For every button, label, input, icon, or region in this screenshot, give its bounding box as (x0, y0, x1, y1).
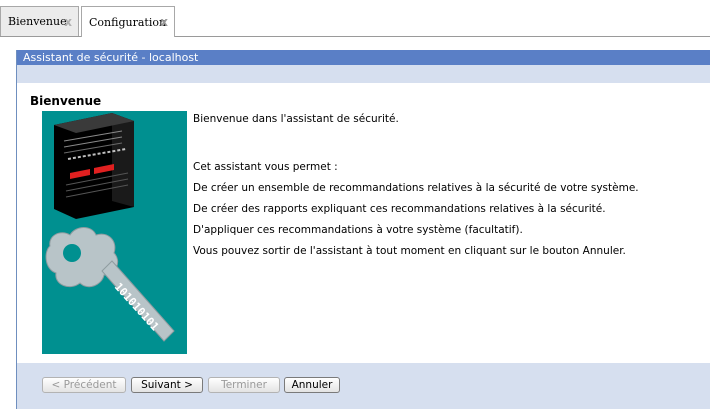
button-bar: < Précédent Suivant > Terminer Annuler (16, 363, 710, 409)
list-item: D'appliquer ces recommandations à votre … (193, 224, 523, 236)
bottom-edge (16, 409, 710, 418)
cancel-button[interactable]: Annuler (284, 377, 340, 393)
note-text: Vous pouvez sortir de l'assistant à tout… (193, 245, 626, 257)
previous-button[interactable]: < Précédent (42, 377, 126, 393)
close-icon[interactable]: x (64, 15, 72, 29)
tab-label: Bienvenue (8, 15, 67, 28)
list-item: De créer un ensemble de recommandations … (193, 182, 639, 194)
lead-text: Cet assistant vous permet : (193, 161, 338, 173)
header-stripe (17, 65, 710, 83)
tab-bienvenue[interactable]: Bienvenue x (0, 6, 79, 36)
server-key-icon: 101010101 (45, 113, 175, 342)
tab-bar: Bienvenue x Configuration x (0, 0, 710, 37)
list-item: De créer des rapports expliquant ces rec… (193, 203, 606, 215)
intro-text: Bienvenue dans l'assistant de sécurité. (193, 113, 399, 125)
tab-label: Configuration (89, 15, 167, 29)
page-title: Bienvenue (30, 94, 102, 108)
finish-button[interactable]: Terminer (208, 377, 280, 393)
tab-configuration[interactable]: Configuration x (81, 6, 175, 37)
next-button[interactable]: Suivant > (131, 377, 203, 393)
close-icon[interactable]: x (160, 15, 168, 29)
security-illustration: 101010101 (42, 111, 187, 354)
window-title: Assistant de sécurité - localhost (17, 50, 710, 65)
